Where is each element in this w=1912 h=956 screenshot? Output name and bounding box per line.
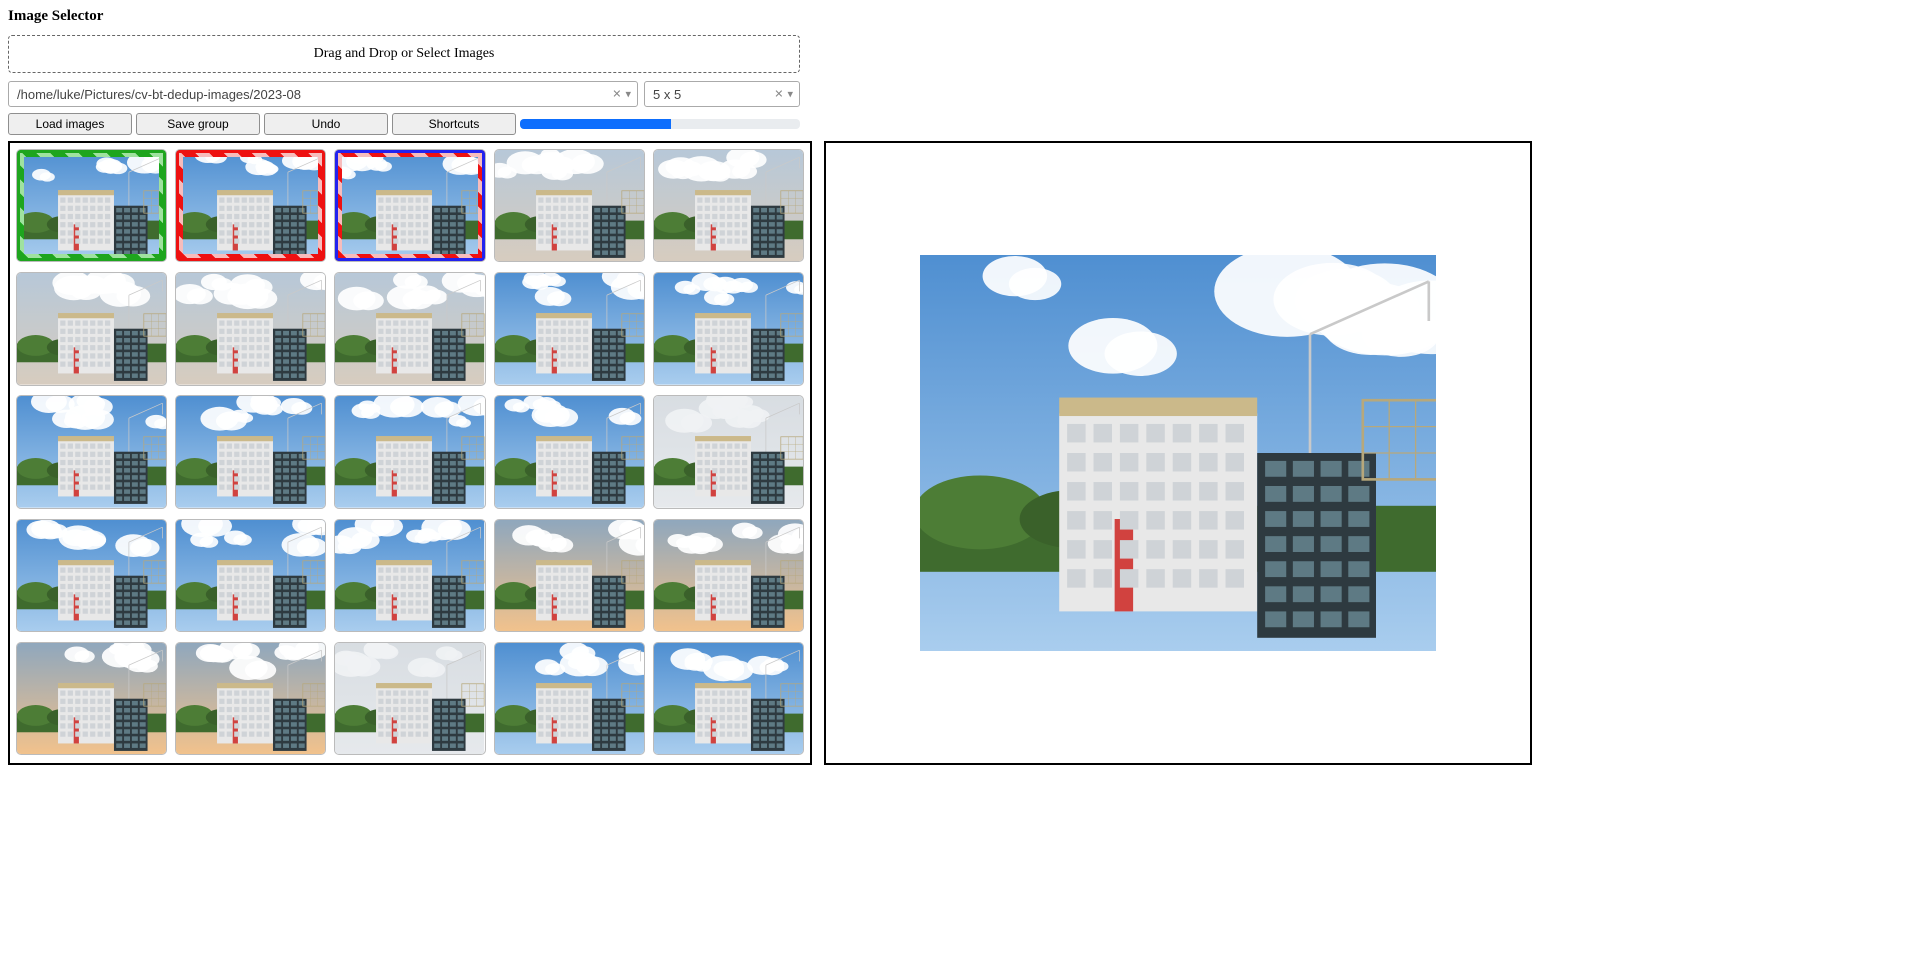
thumbnail[interactable] — [653, 642, 804, 755]
thumbnail[interactable] — [334, 272, 485, 385]
undo-button[interactable]: Undo — [264, 113, 388, 135]
thumbnail[interactable] — [175, 395, 326, 508]
progress-bar — [520, 119, 800, 129]
thumbnail[interactable] — [494, 519, 645, 632]
thumbnail[interactable] — [494, 395, 645, 508]
thumbnail[interactable] — [16, 272, 167, 385]
save-group-button[interactable]: Save group — [136, 113, 260, 135]
clear-icon[interactable]: ✕ — [774, 88, 783, 101]
thumbnail-grid — [8, 141, 812, 765]
thumbnail[interactable] — [16, 395, 167, 508]
thumbnail[interactable] — [175, 272, 326, 385]
grid-size-select[interactable]: 5 x 5 ✕ ▾ — [644, 81, 800, 107]
thumbnail[interactable] — [16, 642, 167, 755]
thumbnail[interactable] — [653, 519, 804, 632]
thumbnail[interactable] — [334, 395, 485, 508]
thumbnail[interactable] — [494, 642, 645, 755]
thumbnail[interactable] — [494, 272, 645, 385]
shortcuts-button[interactable]: Shortcuts — [392, 113, 516, 135]
thumbnail[interactable] — [653, 149, 804, 262]
chevron-down-icon[interactable]: ▾ — [787, 88, 793, 101]
thumbnail[interactable] — [653, 272, 804, 385]
preview-panel — [824, 141, 1532, 765]
load-images-button[interactable]: Load images — [8, 113, 132, 135]
thumbnail[interactable] — [175, 519, 326, 632]
thumbnail[interactable] — [334, 149, 485, 262]
path-select-value: /home/luke/Pictures/cv-bt-dedup-images/2… — [17, 87, 301, 102]
progress-fill — [520, 119, 671, 129]
chevron-down-icon[interactable]: ▾ — [625, 88, 631, 101]
grid-size-value: 5 x 5 — [653, 87, 681, 102]
thumbnail[interactable] — [653, 395, 804, 508]
page-title: Image Selector — [8, 8, 1904, 25]
dropzone-label: Drag and Drop or Select Images — [314, 46, 495, 61]
thumbnail[interactable] — [334, 642, 485, 755]
thumbnail[interactable] — [16, 519, 167, 632]
thumbnail[interactable] — [175, 149, 326, 262]
clear-icon[interactable]: ✕ — [612, 88, 621, 101]
dropzone[interactable]: Drag and Drop or Select Images — [8, 35, 800, 73]
path-select[interactable]: /home/luke/Pictures/cv-bt-dedup-images/2… — [8, 81, 638, 107]
thumbnail[interactable] — [494, 149, 645, 262]
thumbnail[interactable] — [334, 519, 485, 632]
thumbnail[interactable] — [175, 642, 326, 755]
thumbnail[interactable] — [16, 149, 167, 262]
preview-image — [920, 255, 1436, 651]
